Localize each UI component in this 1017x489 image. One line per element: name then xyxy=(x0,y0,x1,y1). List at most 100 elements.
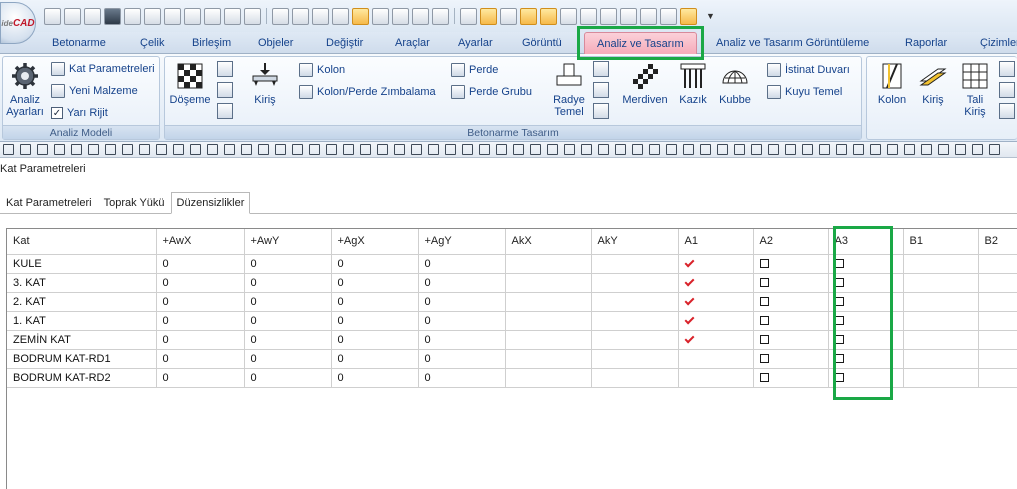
yari-rijit-check[interactable]: ✓ xyxy=(51,107,63,119)
draw-tool-icon[interactable] xyxy=(683,144,694,155)
cell-akx[interactable] xyxy=(505,368,592,388)
cell-a2[interactable] xyxy=(753,330,829,350)
kat-parametreleri-button[interactable]: Kat Parametreleri xyxy=(51,60,155,78)
frame-icon[interactable] xyxy=(620,7,637,25)
kazik-button[interactable]: Kazık xyxy=(675,61,711,106)
table-row[interactable]: ZEMİN KAT 0 0 0 0 xyxy=(7,330,1017,350)
draw-tool-icon[interactable] xyxy=(292,144,303,155)
draw-tool-icon[interactable] xyxy=(615,144,626,155)
draw-tool-icon[interactable] xyxy=(632,144,643,155)
cell-aky[interactable] xyxy=(591,330,679,350)
layers-icon[interactable] xyxy=(124,7,141,25)
checkbox-unchecked[interactable] xyxy=(834,259,844,269)
cell-a1[interactable] xyxy=(678,349,754,369)
cell-awy[interactable]: 0 xyxy=(244,368,332,388)
draw-tool-icon[interactable] xyxy=(853,144,864,155)
draw-tool-icon[interactable] xyxy=(377,144,388,155)
perde-grubu-button[interactable]: Perde Grubu xyxy=(451,83,532,101)
draw-tool-icon[interactable] xyxy=(122,144,133,155)
cell-agy[interactable]: 0 xyxy=(418,273,506,293)
checkmark-icon[interactable] xyxy=(684,276,694,287)
cell-b1[interactable] xyxy=(903,273,979,293)
cell-akx[interactable] xyxy=(505,273,592,293)
cell-akx[interactable] xyxy=(505,349,592,369)
pointer-icon[interactable] xyxy=(500,7,517,25)
text-size-icon[interactable] xyxy=(560,7,577,25)
draw-tool-icon[interactable] xyxy=(751,144,762,155)
table-row[interactable]: BODRUM KAT-RD1 0 0 0 0 xyxy=(7,349,1017,369)
draw-tool-icon[interactable] xyxy=(71,144,82,155)
cell-a3[interactable] xyxy=(828,349,904,369)
draw-tool-icon[interactable] xyxy=(411,144,422,155)
draw-tool-icon[interactable] xyxy=(785,144,796,155)
table-row[interactable]: 1. KAT 0 0 0 0 xyxy=(7,311,1017,331)
draw-tool-icon[interactable] xyxy=(547,144,558,155)
draw-tool-icon[interactable] xyxy=(139,144,150,155)
column-header-b2[interactable]: B2 xyxy=(978,229,1017,255)
checkbox-unchecked[interactable] xyxy=(759,316,769,326)
cell-agx[interactable]: 0 xyxy=(331,349,419,369)
column-header-a1[interactable]: A1 xyxy=(678,229,754,255)
draw-tool-icon[interactable] xyxy=(870,144,881,155)
cell-kat[interactable]: KULE xyxy=(7,254,157,274)
tab-celik[interactable]: Çelik xyxy=(140,36,164,54)
kolon-button[interactable]: Kolon xyxy=(299,61,345,79)
cell-a3[interactable] xyxy=(828,311,904,331)
cell-a1[interactable] xyxy=(678,368,754,388)
cell-awy[interactable]: 0 xyxy=(244,311,332,331)
draw-tool-icon[interactable] xyxy=(717,144,728,155)
cell-awy[interactable]: 0 xyxy=(244,330,332,350)
draw-tool-icon[interactable] xyxy=(700,144,711,155)
checkbox-unchecked[interactable] xyxy=(834,373,844,383)
cell-a1[interactable] xyxy=(678,273,754,293)
radye-temel-button[interactable]: Radye Temel xyxy=(549,61,589,118)
checkbox-unchecked[interactable] xyxy=(759,297,769,307)
sphere-icon[interactable] xyxy=(580,7,597,25)
merdiven-button[interactable]: Merdiven xyxy=(617,61,673,106)
cell-b1[interactable] xyxy=(903,349,979,369)
cell-a3[interactable] xyxy=(828,330,904,350)
cell-b2[interactable] xyxy=(978,273,1017,293)
analiz-ayarlari-button[interactable]: Analiz Ayarları xyxy=(5,61,45,118)
cell-agy[interactable]: 0 xyxy=(418,311,506,331)
draw-tool-icon[interactable] xyxy=(3,144,14,155)
cell-aky[interactable] xyxy=(591,273,679,293)
draw-tool-icon[interactable] xyxy=(955,144,966,155)
cell-b1[interactable] xyxy=(903,292,979,312)
draw-tool-icon[interactable] xyxy=(54,144,65,155)
cell-akx[interactable] xyxy=(505,330,592,350)
tab-analiz-ve-tasarim-goruntuleme[interactable]: Analiz ve Tasarım Görüntüleme xyxy=(716,36,869,54)
cell-a1[interactable] xyxy=(678,330,754,350)
cell-b1[interactable] xyxy=(903,330,979,350)
draw-tool-icon[interactable] xyxy=(768,144,779,155)
draw-tool-icon[interactable] xyxy=(836,144,847,155)
vertical-align-icon[interactable] xyxy=(520,7,537,25)
draw-tool-icon[interactable] xyxy=(462,144,473,155)
draw-tool-icon[interactable] xyxy=(173,144,184,155)
steel-option-icon[interactable] xyxy=(999,61,1015,77)
yari-rijit-checkbox[interactable]: ✓ Yarı Rijit xyxy=(51,104,108,122)
draw-tool-icon[interactable] xyxy=(581,144,592,155)
slab-table-icon[interactable] xyxy=(217,82,233,98)
home-icon[interactable] xyxy=(44,7,61,25)
cell-agy[interactable]: 0 xyxy=(418,292,506,312)
cell-awx[interactable]: 0 xyxy=(156,330,245,350)
draw-tool-icon[interactable] xyxy=(394,144,405,155)
cell-b2[interactable] xyxy=(978,349,1017,369)
cell-awx[interactable]: 0 xyxy=(156,311,245,331)
cell-awx[interactable]: 0 xyxy=(156,292,245,312)
cell-a3[interactable] xyxy=(828,273,904,293)
draw-tool-icon[interactable] xyxy=(734,144,745,155)
tab-ayarlar[interactable]: Ayarlar xyxy=(458,36,493,54)
cell-a2[interactable] xyxy=(753,254,829,274)
checkmark-icon[interactable] xyxy=(684,333,694,344)
cell-kat[interactable]: BODRUM KAT-RD2 xyxy=(7,368,157,388)
column-header-agx[interactable]: +AgX xyxy=(331,229,419,255)
print-icon[interactable] xyxy=(660,7,677,25)
cell-awx[interactable]: 0 xyxy=(156,349,245,369)
slab-option-icon[interactable] xyxy=(217,61,233,77)
draw-tool-icon[interactable] xyxy=(156,144,167,155)
cell-agy[interactable]: 0 xyxy=(418,330,506,350)
cell-a2[interactable] xyxy=(753,349,829,369)
cell-aky[interactable] xyxy=(591,368,679,388)
